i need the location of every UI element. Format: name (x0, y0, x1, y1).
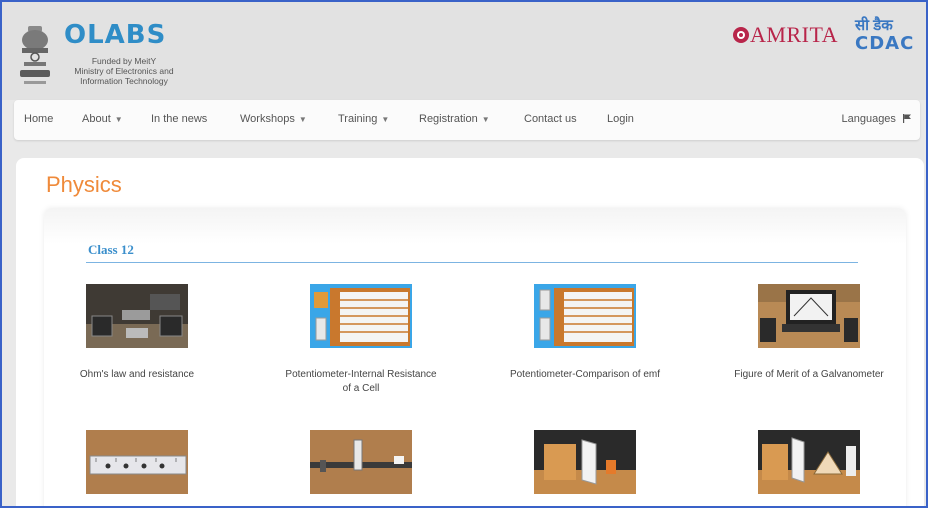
national-emblem-icon (16, 24, 54, 92)
experiment-title-galvanometer[interactable]: Figure of Merit of a Galvanometer (729, 368, 889, 382)
experiments-panel: Class 12 Ohm's law and resistance Potent… (44, 208, 906, 506)
nav-home[interactable]: Home (24, 113, 53, 125)
nav-registration-label: Registration (419, 113, 478, 125)
nav-login-label: Login (607, 113, 634, 125)
languages-menu[interactable]: Languages (841, 113, 912, 125)
page-title: Physics (46, 172, 122, 197)
cdac-wordmark: CDAC (855, 33, 915, 54)
experiment-title-potentiometer-internal[interactable]: Potentiometer-Internal Resistance of a C… (281, 368, 441, 396)
nav-workshops[interactable]: Workshops ▼ (240, 113, 307, 125)
nav-home-label: Home (24, 113, 54, 125)
olabs-logo[interactable]: OLABS (64, 20, 166, 50)
main-content: Physics Class 12 Ohm's law and resistanc… (16, 158, 924, 506)
languages-label: Languages (841, 113, 896, 125)
nav-training[interactable]: Training ▼ (338, 113, 389, 125)
experiment-thumbnail-galvanometer[interactable] (758, 284, 860, 348)
nav-about[interactable]: About ▼ (82, 113, 123, 125)
experiment-thumbnail-glass-slab[interactable] (534, 430, 636, 494)
chevron-down-icon: ▼ (381, 115, 390, 124)
screenshot-frame: OLABS Funded by MeitY Ministry of Electr… (0, 0, 928, 508)
amrita-wordmark: AMRITA (750, 22, 839, 47)
cdac-logo[interactable]: सी डैक CDAC (855, 18, 914, 54)
nav-login[interactable]: Login (607, 113, 634, 125)
flag-icon (903, 114, 911, 123)
site-header: OLABS Funded by MeitY Ministry of Electr… (2, 2, 926, 100)
experiment-title-potentiometer-emf[interactable]: Potentiometer-Comparison of emf (505, 368, 665, 382)
experiment-thumbnail-potentiometer-internal[interactable] (310, 284, 412, 348)
class-divider (86, 262, 858, 263)
experiment-thumbnail-meter-bridge[interactable] (86, 430, 188, 494)
nav-about-label: About (82, 113, 111, 125)
nav-training-label: Training (338, 113, 378, 125)
amrita-emblem-icon (733, 27, 749, 43)
funding-note: Funded by MeitY Ministry of Electronics … (64, 56, 184, 86)
experiment-thumbnail-ohms-law[interactable] (86, 284, 188, 348)
main-nav: Home About ▼ In the news Workshops ▼ Train… (14, 100, 920, 140)
chevron-down-icon: ▼ (298, 115, 307, 124)
ministry-text: Ministry of Electronics and Information … (74, 66, 174, 86)
panel-header-band (44, 208, 906, 244)
amrita-logo[interactable]: AMRITA (732, 22, 838, 48)
nav-contact-us-label: Contact us (524, 113, 577, 125)
chevron-down-icon: ▼ (114, 115, 123, 124)
nav-registration[interactable]: Registration ▼ (419, 113, 490, 125)
nav-contact-us[interactable]: Contact us (524, 113, 577, 125)
nav-in-the-news-label: In the news (151, 113, 208, 125)
class-heading: Class 12 (88, 242, 134, 257)
experiment-title-ohms-law[interactable]: Ohm's law and resistance (57, 368, 217, 382)
chevron-down-icon: ▼ (481, 115, 490, 124)
experiment-thumbnail-prism[interactable] (758, 430, 860, 494)
experiment-thumbnail-optical-bench[interactable] (310, 430, 412, 494)
experiment-thumbnail-potentiometer-emf[interactable] (534, 284, 636, 348)
nav-in-the-news[interactable]: In the news (151, 113, 207, 125)
olabs-brand[interactable]: OLABS Funded by MeitY Ministry of Electr… (64, 20, 174, 86)
funded-by-text: Funded by MeitY (91, 56, 157, 66)
cdac-hindi-wordmark: सी डैक (855, 17, 893, 34)
nav-workshops-label: Workshops (240, 113, 295, 125)
